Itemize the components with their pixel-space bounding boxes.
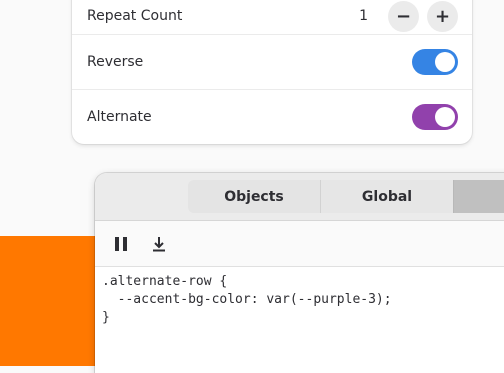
increment-button[interactable]: + [427, 0, 458, 32]
tab-global-label: Global [361, 188, 413, 205]
tab-objects[interactable]: Objects [188, 180, 320, 213]
tab-more[interactable] [453, 180, 504, 213]
css-code-editor[interactable]: .alternate-row { --accent-bg-color: var(… [102, 273, 392, 327]
inspector-tabs: Objects Global [188, 180, 504, 213]
reverse-row: Reverse [72, 34, 472, 89]
reverse-label: Reverse [87, 54, 144, 70]
tab-objects-label: Objects [224, 188, 284, 205]
code-line: .alternate-row { [102, 274, 228, 289]
tab-global[interactable]: Global [320, 180, 453, 213]
code-line: } [102, 310, 110, 325]
repeat-count-row: Repeat Count 1 − + [72, 0, 472, 34]
alternate-label: Alternate [87, 109, 152, 125]
code-line: --accent-bg-color: var(--purple-3); [102, 292, 392, 307]
inspector-window: Objects Global .alternate-row { --accent… [95, 173, 504, 373]
inspector-toolbar [95, 221, 504, 267]
minus-icon: − [395, 5, 412, 27]
decrement-button[interactable]: − [388, 0, 419, 32]
alternate-switch[interactable] [412, 104, 458, 130]
alternate-row: Alternate [72, 89, 472, 144]
pause-icon[interactable] [112, 235, 130, 253]
switch-knob [435, 52, 455, 72]
repeat-count-value[interactable]: 1 [359, 8, 368, 24]
orange-background [0, 236, 110, 366]
download-icon[interactable] [150, 235, 168, 253]
switch-knob [435, 107, 455, 127]
animation-settings-card: Repeat Count 1 − + Reverse Alternate [72, 0, 472, 144]
reverse-switch[interactable] [412, 49, 458, 75]
plus-icon: + [434, 5, 451, 27]
inspector-header: Objects Global [95, 173, 504, 221]
repeat-count-label: Repeat Count [87, 8, 183, 24]
